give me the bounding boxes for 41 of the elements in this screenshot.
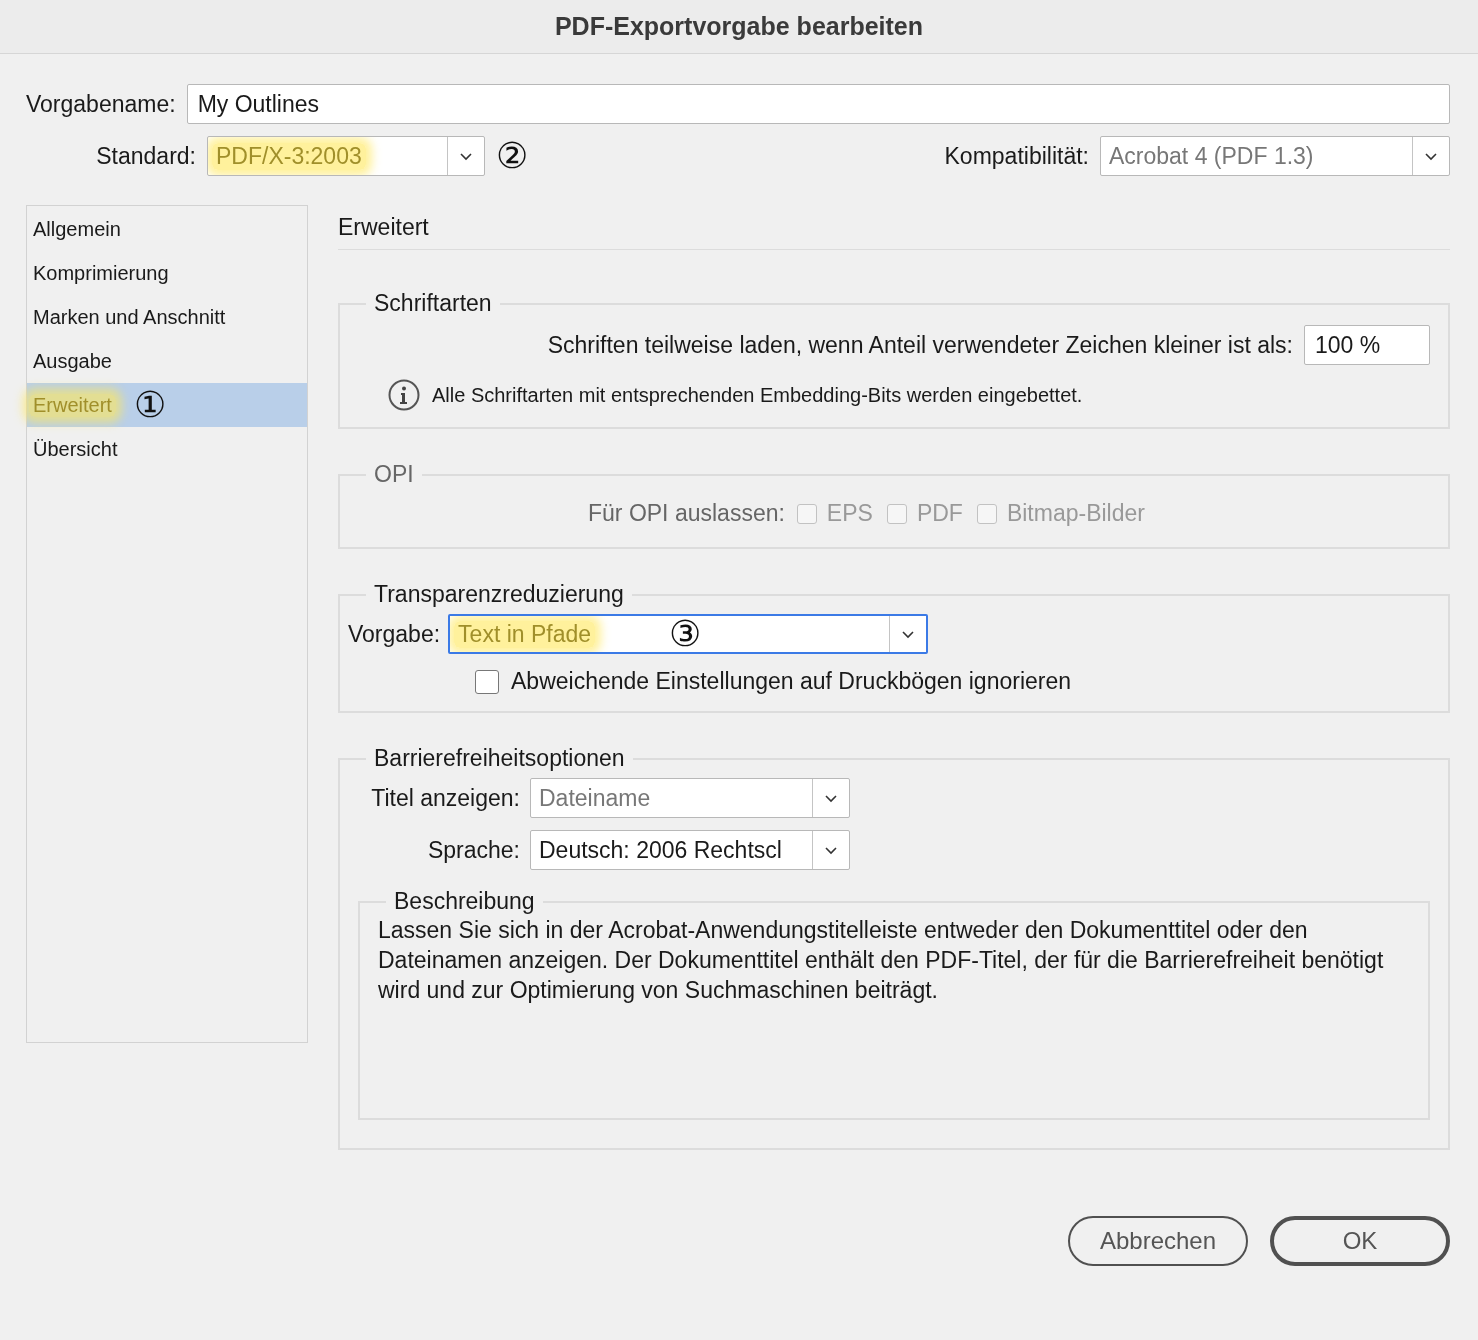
- chevron-icon: [901, 629, 916, 639]
- checkbox-label: EPS: [826, 500, 873, 527]
- checkbox-label: Abweichende Einstellungen auf Druckbögen ignorieren: [511, 668, 1072, 695]
- chevron-icon: [824, 845, 838, 855]
- checkbox-label: Bitmap-Bilder: [1006, 500, 1145, 527]
- sidebar-item[interactable]: Komprimierung: [27, 251, 307, 295]
- info-text: Alle Schriftarten mit entsprechenden Embedding-Bits werden eingebettet.: [432, 383, 1083, 407]
- group-title: Schriftarten: [373, 290, 493, 317]
- dialog-button[interactable]: OK: [1270, 1216, 1450, 1266]
- dialog-button[interactable]: Abbrechen: [1068, 1216, 1248, 1266]
- callout-number: ②: [496, 138, 528, 174]
- language-dropdown[interactable]: Deutsch: 2006 Rechtscl: [530, 830, 850, 870]
- field-label: Sprache:: [426, 836, 520, 864]
- field-label: Kompatibilität:: [944, 142, 1089, 170]
- info-icon: [388, 379, 420, 411]
- group-title: Transparenzreduzierung: [373, 581, 625, 608]
- chevron-icon: [1424, 151, 1438, 161]
- preset-name-field[interactable]: My Outlines: [186, 84, 1450, 124]
- field-label: Schriften teilweise laden, wenn Anteil verwendeter Zeichen kleiner ist als:: [547, 331, 1293, 359]
- chevron-icon: [459, 151, 473, 161]
- field-label: Standard:: [95, 142, 196, 170]
- group-title: OPI: [373, 461, 415, 488]
- chevron-icon: [824, 793, 838, 803]
- group-title: Barrierefreiheitsoptionen: [373, 745, 626, 772]
- field-label: Vorgabename:: [26, 90, 176, 118]
- flattener-preset-dropdown[interactable]: Text in Pfade ③: [448, 614, 929, 654]
- sidebar-item[interactable]: Allgemein: [27, 207, 307, 251]
- sidebar-item[interactable]: Erweitert ①: [27, 383, 307, 427]
- percent-field[interactable]: 100 %: [1304, 325, 1430, 365]
- sidebar-item[interactable]: Ausgabe: [27, 339, 307, 383]
- sidebar-item[interactable]: Marken und Anschnitt: [27, 295, 307, 339]
- description-text: Lassen Sie sich in der Acrobat-Anwendungstitelleiste entweder den Dokumenttitel oder den Dateinamen anzeigen. Der Dokumenttitel enthält den PDF-Titel, der für die Barrierefreiheit benötigt wird und zur Optimierung von Suchmaschinen beiträgt.: [378, 916, 1385, 1005]
- window-title: PDF-Exportvorgabe bearbeiten: [554, 12, 924, 41]
- field-label: Vorgabe:: [348, 620, 441, 648]
- field-label: Titel anzeigen:: [370, 784, 520, 812]
- checkbox[interactable]: [475, 669, 499, 694]
- sidebar-item[interactable]: Übersicht: [27, 427, 307, 471]
- field-label: Für OPI auslassen:: [588, 500, 785, 527]
- group-title: Beschreibung: [393, 888, 536, 915]
- checkbox-label: PDF: [916, 500, 963, 527]
- panel-title: Erweitert: [338, 205, 1450, 250]
